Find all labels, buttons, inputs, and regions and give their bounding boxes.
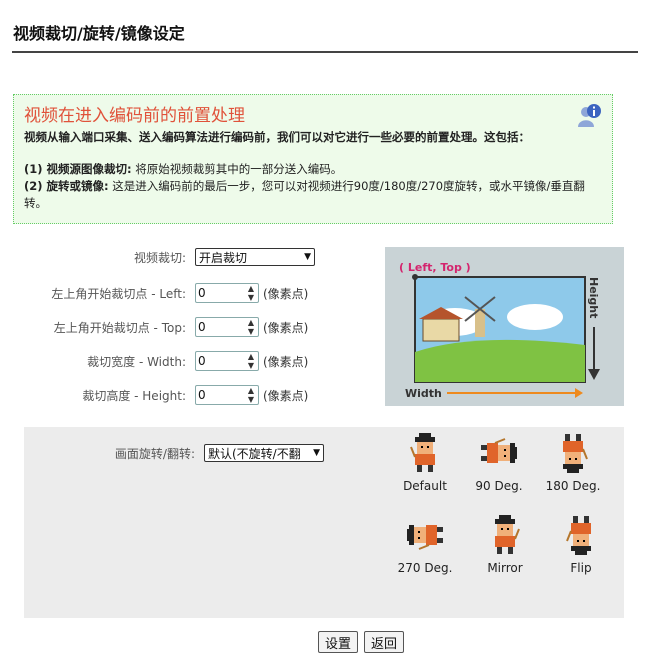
- save-button[interactable]: 设置: [318, 631, 359, 653]
- crop-left-row: 左上角开始裁切点 - Left: 0 ▲ ▼ (像素点): [0, 281, 380, 305]
- illus-windmill: [475, 309, 485, 337]
- illus-grass: [415, 339, 585, 382]
- illus-house: [422, 318, 460, 342]
- illus-corner-dot: [412, 274, 418, 280]
- crop-width-label: 裁切宽度 - Width:: [87, 354, 186, 369]
- info-item-crop: (1) 视频源图像裁切: 将原始视频裁剪其中的一部分送入编码。: [24, 161, 602, 178]
- rotate-value: 默认(不旋转/不翻: [208, 446, 301, 461]
- figure-rotated-90-icon: [481, 438, 517, 463]
- crop-top-input[interactable]: 0 ▲ ▼: [195, 317, 259, 337]
- crop-illustration: ( Left, Top ) Width Height: [385, 247, 624, 406]
- rotate-option-90: 90 Deg.: [464, 433, 534, 493]
- rotate-option-270: 270 Deg.: [390, 515, 460, 575]
- illus-cloud: [507, 304, 563, 330]
- info-item-crop-text: 将原始视频裁剪其中的一部分送入编码。: [135, 162, 343, 176]
- info-box: 视频在进入编码前的前置处理 视频从输入端口采集、送入编码算法进行编码前，我们可以…: [13, 94, 613, 224]
- rotate-caption: Default: [403, 479, 447, 493]
- info-description: 视频从输入端口采集、送入编码算法进行编码前，我们可以对它进行一些必要的前置处理。…: [24, 130, 530, 144]
- crop-top-value: 0: [198, 320, 206, 334]
- rotate-select[interactable]: 默认(不旋转/不翻 ▼: [204, 444, 324, 462]
- rotate-option-flip: Flip: [546, 515, 616, 575]
- rotate-caption: 180 Deg.: [545, 479, 601, 493]
- figure-flip-icon: [566, 516, 591, 555]
- illus-corner-label: ( Left, Top ): [399, 261, 471, 274]
- crop-width-row: 裁切宽度 - Width: 0 ▲ ▼ (像素点): [0, 349, 380, 373]
- info-item-rotate-text: 这是进入编码前的最后一步，您可以对视频进行90度/180度/270度旋转，或水平…: [24, 179, 585, 210]
- rotate-option-default: Default: [390, 433, 460, 493]
- chevron-down-icon: ▼: [304, 252, 311, 262]
- spinner-icon[interactable]: ▲ ▼: [244, 386, 258, 404]
- action-buttons: 设置 返回: [318, 631, 405, 653]
- figure-default-icon: [410, 433, 435, 472]
- crop-mode-select[interactable]: 开启裁切 ▼: [195, 248, 315, 266]
- crop-left-unit: (像素点): [263, 286, 309, 301]
- title-divider: [12, 51, 638, 53]
- spinner-icon[interactable]: ▲ ▼: [244, 352, 258, 370]
- rotate-caption: Mirror: [487, 561, 523, 575]
- rotate-caption: 270 Deg.: [397, 561, 453, 575]
- crop-width-input[interactable]: 0 ▲ ▼: [195, 351, 259, 371]
- rotate-caption: 90 Deg.: [475, 479, 523, 493]
- crop-top-label: 左上角开始裁切点 - Top:: [53, 320, 186, 335]
- rotate-panel: 画面旋转/翻转: 默认(不旋转/不翻 ▼ Default 90 Deg. 180…: [24, 427, 624, 618]
- crop-left-label: 左上角开始裁切点 - Left:: [51, 286, 186, 301]
- crop-height-label: 裁切高度 - Height:: [82, 388, 186, 403]
- info-heading: 视频在进入编码前的前置处理: [24, 106, 245, 126]
- info-item-crop-label: (1) 视频源图像裁切:: [24, 162, 132, 176]
- spinner-icon[interactable]: ▲ ▼: [244, 284, 258, 302]
- crop-mode-label: 视频裁切:: [133, 250, 186, 265]
- figure-mirror-icon: [495, 515, 520, 554]
- info-person-icon: [578, 104, 601, 127]
- rotate-caption: Flip: [570, 561, 592, 575]
- crop-top-row: 左上角开始裁切点 - Top: 0 ▲ ▼ (像素点): [0, 315, 380, 339]
- crop-left-value: 0: [198, 286, 206, 300]
- crop-height-row: 裁切高度 - Height: 0 ▲ ▼ (像素点): [0, 383, 380, 407]
- crop-width-unit: (像素点): [263, 354, 309, 369]
- rotate-row: 画面旋转/翻转: 默认(不旋转/不翻 ▼: [24, 443, 404, 463]
- rotate-label: 画面旋转/翻转:: [114, 446, 195, 461]
- crop-left-input[interactable]: 0 ▲ ▼: [195, 283, 259, 303]
- crop-height-unit: (像素点): [263, 388, 309, 403]
- crop-top-unit: (像素点): [263, 320, 309, 335]
- page-title: 视频裁切/旋转/镜像设定: [13, 24, 185, 43]
- info-item-rotate-label: (2) 旋转或镜像:: [24, 179, 109, 193]
- back-button[interactable]: 返回: [364, 631, 405, 653]
- chevron-down-icon: ▼: [313, 448, 320, 458]
- crop-width-value: 0: [198, 354, 206, 368]
- figure-rotated-180-icon: [563, 434, 588, 473]
- figure-rotated-270-icon: [407, 525, 443, 550]
- info-item-rotate: (2) 旋转或镜像: 这是进入编码前的最后一步，您可以对视频进行90度/180度…: [24, 178, 602, 212]
- rotate-option-mirror: Mirror: [470, 515, 540, 575]
- illus-height-label: Height: [587, 277, 600, 318]
- crop-height-input[interactable]: 0 ▲ ▼: [195, 385, 259, 405]
- spinner-icon[interactable]: ▲ ▼: [244, 318, 258, 336]
- crop-mode-row: 视频裁切: 开启裁切 ▼: [0, 245, 380, 269]
- illus-width-label: Width: [405, 387, 442, 400]
- crop-mode-value: 开启裁切: [199, 250, 248, 265]
- rotate-option-180: 180 Deg.: [538, 433, 608, 493]
- crop-height-value: 0: [198, 388, 206, 402]
